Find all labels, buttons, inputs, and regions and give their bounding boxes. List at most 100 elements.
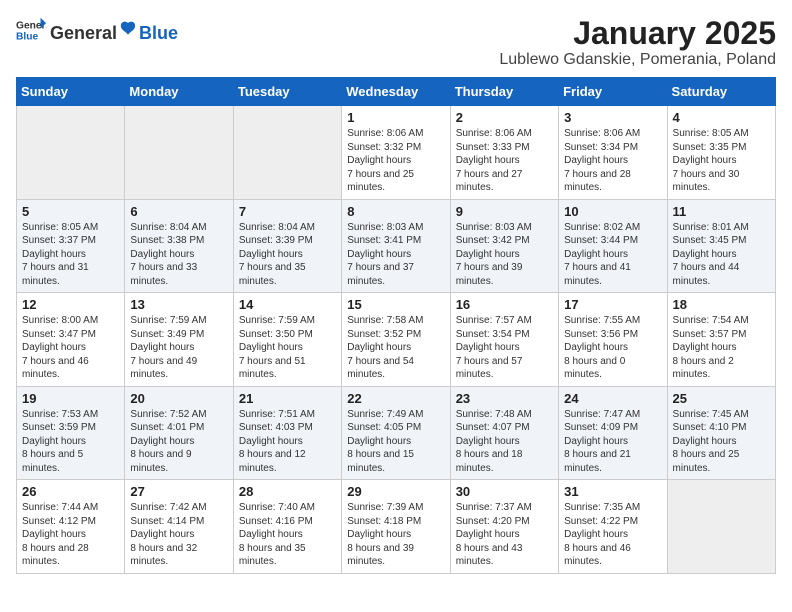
day-content: Sunrise: 7:49 AMSunset: 4:05 PMDaylight … — [347, 408, 444, 476]
weekday-header-sunday: Sunday — [17, 78, 125, 106]
table-row: 22 Sunrise: 7:49 AMSunset: 4:05 PMDayligh… — [342, 386, 450, 480]
table-row: 8 Sunrise: 8:03 AMSunset: 3:41 PMDaylight… — [342, 199, 450, 293]
day-content: Sunrise: 8:01 AMSunset: 3:45 PMDaylight … — [673, 221, 770, 289]
weekday-header-thursday: Thursday — [450, 78, 558, 106]
table-row: 18 Sunrise: 7:54 AMSunset: 3:57 PMDayligh… — [667, 293, 775, 387]
table-row: 12 Sunrise: 8:00 AMSunset: 3:47 PMDayligh… — [17, 293, 125, 387]
calendar-week-row: 12 Sunrise: 8:00 AMSunset: 3:47 PMDayligh… — [17, 293, 776, 387]
logo-text-blue: Blue — [139, 24, 178, 42]
day-content: Sunrise: 8:03 AMSunset: 3:42 PMDaylight … — [456, 221, 553, 289]
day-content: Sunrise: 8:06 AMSunset: 3:33 PMDaylight … — [456, 127, 553, 195]
calendar-week-row: 19 Sunrise: 7:53 AMSunset: 3:59 PMDayligh… — [17, 386, 776, 480]
table-row: 17Sunrise: 7:55 AMSunset: 3:56 PMDayligh… — [559, 293, 667, 387]
day-content: Sunrise: 7:42 AMSunset: 4:14 PMDaylight … — [130, 501, 227, 569]
day-content: Sunrise: 8:06 AMSunset: 3:34 PMDaylight … — [564, 127, 661, 195]
day-content: Sunrise: 7:37 AMSunset: 4:20 PMDaylight … — [456, 501, 553, 569]
day-number: 12 — [22, 297, 119, 312]
day-number: 18 — [673, 297, 770, 312]
table-row: 23 Sunrise: 7:48 AMSunset: 4:07 PMDayligh… — [450, 386, 558, 480]
table-row — [17, 106, 125, 200]
day-number: 24 — [564, 391, 661, 406]
day-content: Sunrise: 8:06 AMSunset: 3:32 PMDaylight … — [347, 127, 444, 195]
day-content: Sunrise: 7:58 AMSunset: 3:52 PMDaylight … — [347, 314, 444, 382]
day-number: 22 — [347, 391, 444, 406]
day-number: 25 — [673, 391, 770, 406]
day-number: 19 — [22, 391, 119, 406]
day-number: 11 — [673, 204, 770, 219]
day-number: 9 — [456, 204, 553, 219]
table-row: 27 Sunrise: 7:42 AMSunset: 4:14 PMDayligh… — [125, 480, 233, 574]
day-number: 30 — [456, 484, 553, 499]
day-number: 16 — [456, 297, 553, 312]
logo-bird-icon — [119, 19, 137, 39]
table-row: 29Sunrise: 7:39 AMSunset: 4:18 PMDayligh… — [342, 480, 450, 574]
table-row: 13 Sunrise: 7:59 AMSunset: 3:49 PMDayligh… — [125, 293, 233, 387]
day-content: Sunrise: 8:03 AMSunset: 3:41 PMDaylight … — [347, 221, 444, 289]
day-content: Sunrise: 7:53 AMSunset: 3:59 PMDaylight … — [22, 408, 119, 476]
day-number: 31 — [564, 484, 661, 499]
day-number: 1 — [347, 110, 444, 125]
table-row — [667, 480, 775, 574]
day-content: Sunrise: 7:40 AMSunset: 4:16 PMDaylight … — [239, 501, 336, 569]
day-number: 4 — [673, 110, 770, 125]
day-number: 14 — [239, 297, 336, 312]
day-number: 5 — [22, 204, 119, 219]
table-row: 10Sunrise: 8:02 AMSunset: 3:44 PMDayligh… — [559, 199, 667, 293]
table-row: 16Sunrise: 7:57 AMSunset: 3:54 PMDayligh… — [450, 293, 558, 387]
day-content: Sunrise: 8:04 AMSunset: 3:38 PMDaylight … — [130, 221, 227, 289]
day-content: Sunrise: 7:52 AMSunset: 4:01 PMDaylight … — [130, 408, 227, 476]
day-number: 20 — [130, 391, 227, 406]
table-row: 6 Sunrise: 8:04 AMSunset: 3:38 PMDaylight… — [125, 199, 233, 293]
day-content: Sunrise: 7:45 AMSunset: 4:10 PMDaylight … — [673, 408, 770, 476]
day-content: Sunrise: 7:47 AMSunset: 4:09 PMDaylight … — [564, 408, 661, 476]
table-row: 14 Sunrise: 7:59 AMSunset: 3:50 PMDayligh… — [233, 293, 341, 387]
day-content: Sunrise: 7:44 AMSunset: 4:12 PMDaylight … — [22, 501, 119, 569]
day-content: Sunrise: 7:59 AMSunset: 3:50 PMDaylight … — [239, 314, 336, 382]
table-row — [233, 106, 341, 200]
table-row: 4 Sunrise: 8:05 AMSunset: 3:35 PMDaylight… — [667, 106, 775, 200]
day-number: 13 — [130, 297, 227, 312]
table-row: 28 Sunrise: 7:40 AMSunset: 4:16 PMDayligh… — [233, 480, 341, 574]
day-number: 23 — [456, 391, 553, 406]
day-content: Sunrise: 7:59 AMSunset: 3:49 PMDaylight … — [130, 314, 227, 382]
weekday-header-wednesday: Wednesday — [342, 78, 450, 106]
table-row: 2 Sunrise: 8:06 AMSunset: 3:33 PMDaylight… — [450, 106, 558, 200]
day-content: Sunrise: 8:00 AMSunset: 3:47 PMDaylight … — [22, 314, 119, 382]
weekday-header-friday: Friday — [559, 78, 667, 106]
weekday-header-monday: Monday — [125, 78, 233, 106]
calendar-table: SundayMondayTuesdayWednesdayThursdayFrid… — [16, 77, 776, 574]
day-number: 26 — [22, 484, 119, 499]
day-content: Sunrise: 7:48 AMSunset: 4:07 PMDaylight … — [456, 408, 553, 476]
weekday-header-saturday: Saturday — [667, 78, 775, 106]
day-number: 21 — [239, 391, 336, 406]
table-row: 26 Sunrise: 7:44 AMSunset: 4:12 PMDayligh… — [17, 480, 125, 574]
day-number: 8 — [347, 204, 444, 219]
day-number: 6 — [130, 204, 227, 219]
table-row: 30 Sunrise: 7:37 AMSunset: 4:20 PMDayligh… — [450, 480, 558, 574]
table-row: 19 Sunrise: 7:53 AMSunset: 3:59 PMDayligh… — [17, 386, 125, 480]
day-number: 2 — [456, 110, 553, 125]
day-number: 29 — [347, 484, 444, 499]
day-number: 28 — [239, 484, 336, 499]
calendar-week-row: 1 Sunrise: 8:06 AMSunset: 3:32 PMDaylight… — [17, 106, 776, 200]
table-row: 25 Sunrise: 7:45 AMSunset: 4:10 PMDayligh… — [667, 386, 775, 480]
day-number: 7 — [239, 204, 336, 219]
day-number: 27 — [130, 484, 227, 499]
day-content: Sunrise: 7:54 AMSunset: 3:57 PMDaylight … — [673, 314, 770, 382]
day-number: 15 — [347, 297, 444, 312]
table-row: 21Sunrise: 7:51 AMSunset: 4:03 PMDayligh… — [233, 386, 341, 480]
day-content: Sunrise: 8:04 AMSunset: 3:39 PMDaylight … — [239, 221, 336, 289]
logo-icon: General Blue — [16, 16, 46, 44]
table-row — [125, 106, 233, 200]
table-row: 20 Sunrise: 7:52 AMSunset: 4:01 PMDayligh… — [125, 386, 233, 480]
day-content: Sunrise: 7:55 AMSunset: 3:56 PMDaylight … — [564, 314, 661, 382]
table-row: 31 Sunrise: 7:35 AMSunset: 4:22 PMDayligh… — [559, 480, 667, 574]
calendar-week-row: 5Sunrise: 8:05 AMSunset: 3:37 PMDaylight… — [17, 199, 776, 293]
day-content: Sunrise: 7:35 AMSunset: 4:22 PMDaylight … — [564, 501, 661, 569]
day-content: Sunrise: 8:05 AMSunset: 3:35 PMDaylight … — [673, 127, 770, 195]
page-header: General Blue General Blue January 2025 L… — [16, 16, 776, 69]
table-row: 1 Sunrise: 8:06 AMSunset: 3:32 PMDaylight… — [342, 106, 450, 200]
table-row: 11 Sunrise: 8:01 AMSunset: 3:45 PMDayligh… — [667, 199, 775, 293]
table-row: 7 Sunrise: 8:04 AMSunset: 3:39 PMDaylight… — [233, 199, 341, 293]
logo: General Blue General Blue — [16, 16, 178, 44]
